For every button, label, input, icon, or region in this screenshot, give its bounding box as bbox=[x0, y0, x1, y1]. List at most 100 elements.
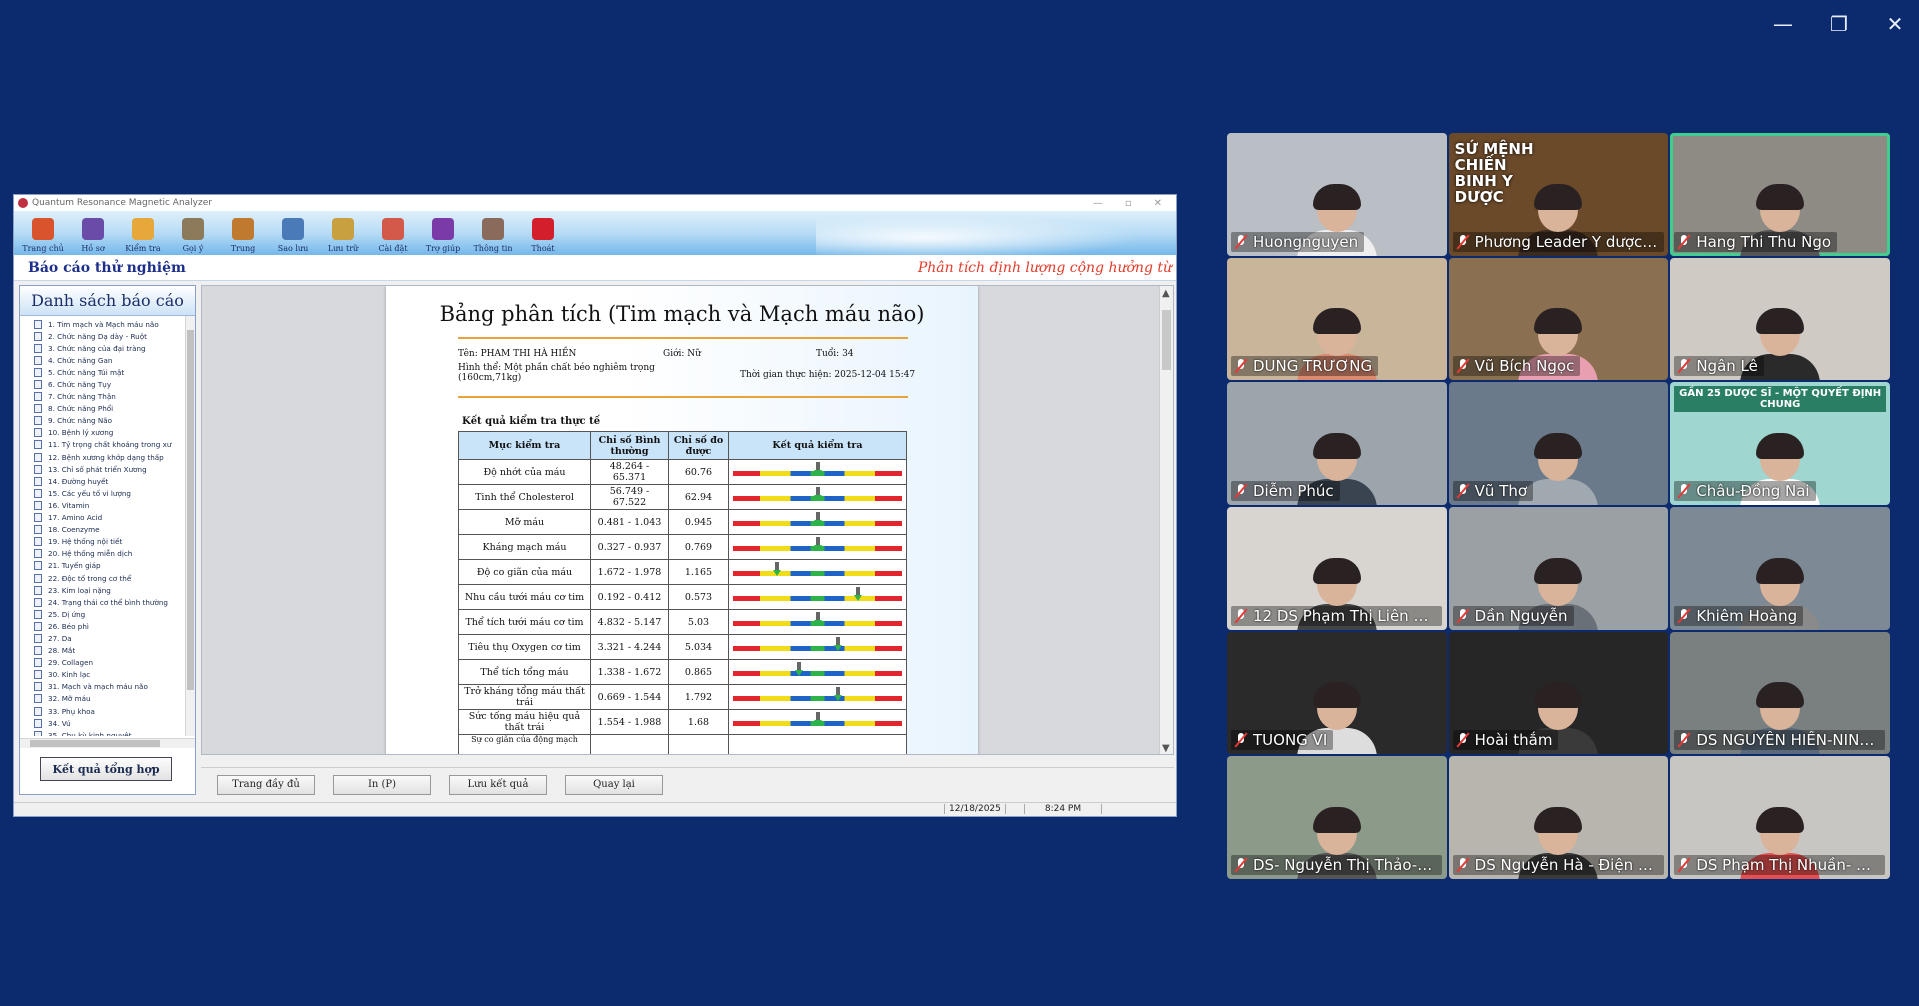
report-list-label: 4. Chức năng Gan bbox=[48, 355, 113, 365]
participant-tile[interactable]: Ngân Lê bbox=[1670, 257, 1890, 381]
participant-tile[interactable]: Hoài thắm bbox=[1448, 631, 1669, 755]
participant-tile[interactable]: TUONG VI bbox=[1227, 631, 1447, 755]
participant-tile[interactable]: DS Nguyễn Hà - Điện Biên bbox=[1448, 756, 1669, 879]
report-list-item[interactable]: 32. Mỡ máu bbox=[34, 693, 195, 705]
result-gauge bbox=[733, 612, 902, 628]
action-button-2[interactable]: Lưu kết quả bbox=[449, 774, 547, 795]
restore-icon[interactable]: ❐ bbox=[1825, 12, 1853, 36]
participant-tile[interactable]: Dần Nguyễn bbox=[1448, 506, 1669, 630]
report-list-item[interactable]: 30. Kinh lạc bbox=[34, 669, 195, 681]
report-list-label: 19. Hệ thống nội tiết bbox=[48, 537, 123, 547]
participant-tile[interactable]: GẦN 25 DƯỢC SĨ - MỘT QUYẾT ĐỊNH CHUNG Châ… bbox=[1670, 382, 1890, 505]
report-list-item[interactable]: 19. Hệ thống nội tiết bbox=[34, 536, 195, 548]
viewer-scroll-thumb[interactable] bbox=[1162, 310, 1171, 370]
cell-gauge bbox=[728, 484, 907, 510]
report-list-item[interactable]: 10. Bệnh lý xương bbox=[34, 427, 195, 439]
toolbar-button-5[interactable]: Sao lưu bbox=[268, 211, 318, 255]
participant-tile[interactable]: Vũ Bích Ngọc bbox=[1448, 257, 1669, 381]
report-list-item[interactable]: 26. Béo phì bbox=[34, 620, 195, 632]
participant-tile[interactable]: DS- Nguyễn Thị Thảo- 19... bbox=[1227, 756, 1447, 879]
report-list-item[interactable]: 11. Tỷ trọng chất khoáng trong xư bbox=[34, 439, 195, 451]
report-list-label: 32. Mỡ máu bbox=[48, 694, 91, 704]
report-list-item[interactable]: 8. Chức năng Phổi bbox=[34, 403, 195, 415]
report-list-item[interactable]: 28. Mắt bbox=[34, 645, 195, 657]
toolbar-button-7[interactable]: Cài đặt bbox=[368, 211, 418, 255]
report-list-item[interactable]: 20. Hệ thống miễn dịch bbox=[34, 548, 195, 560]
app-minimize-icon[interactable]: — bbox=[1093, 198, 1103, 209]
report-list-item[interactable]: 24. Trạng thái cơ thể bình thường bbox=[34, 596, 195, 608]
report-list-hscrollbar[interactable] bbox=[20, 738, 195, 748]
toolbar-label: Hồ sơ bbox=[81, 244, 105, 253]
report-list-item[interactable]: 3. Chức năng của đại tràng bbox=[34, 342, 195, 354]
report-list-item[interactable]: 22. Độc tố trong cơ thể bbox=[34, 572, 195, 584]
toolbar-button-6[interactable]: Lưu trữ bbox=[318, 211, 368, 255]
report-list-item[interactable]: 31. Mạch và mạch máu não bbox=[34, 681, 195, 693]
document-icon bbox=[34, 633, 42, 643]
report-list-scrollbar[interactable] bbox=[185, 316, 195, 736]
scroll-thumb[interactable] bbox=[187, 330, 194, 690]
participant-tile[interactable]: SỨ MỆNH CHIẾN BINH Y DƯỢC Phương Leader Y… bbox=[1448, 133, 1669, 256]
report-list-item[interactable]: 35. Chu kỳ kinh nguyệt bbox=[34, 729, 195, 736]
toolbar-button-10[interactable]: Thoát bbox=[518, 211, 568, 255]
viewer-scrollbar[interactable]: ▲ ▼ bbox=[1159, 286, 1173, 754]
participant-tile[interactable]: DS Phạm Thị Nhuần- Nin... bbox=[1670, 756, 1890, 879]
toolbar-button-0[interactable]: Trang chủ bbox=[18, 211, 68, 255]
toolbar-button-2[interactable]: Kiểm tra bbox=[118, 211, 168, 255]
toolbar-button-9[interactable]: Thông tin bbox=[468, 211, 518, 255]
report-list-item[interactable]: 12. Bệnh xương khớp dạng thấp bbox=[34, 451, 195, 463]
participant-tile[interactable]: DUNG TRƯƠNG bbox=[1227, 257, 1447, 381]
report-list-item[interactable]: 1. Tim mạch và Mạch máu não bbox=[34, 318, 195, 330]
minimize-icon[interactable]: — bbox=[1769, 12, 1797, 36]
report-list-item[interactable]: 2. Chức năng Dạ dày - Ruột bbox=[34, 330, 195, 342]
report-list-item[interactable]: 21. Tuyến giáp bbox=[34, 560, 195, 572]
report-list-item[interactable]: 29. Collagen bbox=[34, 657, 195, 669]
participant-tile[interactable]: 12 DS Phạm Thị Liên Bắc ... bbox=[1227, 506, 1447, 630]
mic-muted-icon bbox=[1455, 234, 1471, 250]
report-list-item[interactable]: 15. Các yếu tố vi lượng bbox=[34, 487, 195, 499]
report-list-item[interactable]: 9. Chức năng Não bbox=[34, 415, 195, 427]
report-list-item[interactable]: 6. Chức năng Tụy bbox=[34, 378, 195, 390]
hscroll-thumb[interactable] bbox=[30, 740, 160, 747]
action-button-3[interactable]: Quay lại bbox=[565, 774, 663, 795]
report-list-item[interactable]: 7. Chức năng Thận bbox=[34, 391, 195, 403]
result-gauge bbox=[733, 662, 902, 678]
scroll-up-icon[interactable]: ▲ bbox=[1162, 288, 1170, 299]
report-list-item[interactable]: 25. Dị ứng bbox=[34, 608, 195, 620]
toolbar-label: Sao lưu bbox=[277, 244, 309, 253]
report-list-item[interactable]: 17. Amino Acid bbox=[34, 512, 195, 524]
participant-tile[interactable]: Khiêm Hoàng bbox=[1670, 506, 1890, 630]
report-list-item[interactable]: 18. Coenzyme bbox=[34, 524, 195, 536]
participant-tile[interactable]: DS NGUYỄN HIỀN-NINH ... bbox=[1670, 631, 1890, 755]
action-button-0[interactable]: Trang đầy đủ bbox=[217, 774, 315, 795]
participant-tile[interactable]: Hang Thi Thu Ngo bbox=[1670, 133, 1890, 256]
scroll-down-icon[interactable]: ▼ bbox=[1162, 743, 1170, 754]
app-close-icon[interactable]: ✕ bbox=[1154, 198, 1162, 209]
toolbar-button-3[interactable]: Gọi ý bbox=[168, 211, 218, 255]
toolbar-button-1[interactable]: Hồ sơ bbox=[68, 211, 118, 255]
info-rule bbox=[458, 396, 908, 398]
close-icon[interactable]: ✕ bbox=[1881, 12, 1909, 36]
report-list-item[interactable]: 4. Chức năng Gan bbox=[34, 354, 195, 366]
participant-tile[interactable]: Huongnguyen bbox=[1227, 133, 1447, 256]
participant-tile[interactable]: Vũ Thơ bbox=[1448, 382, 1669, 505]
report-list-item[interactable]: 13. Chỉ số phát triển Xương bbox=[34, 463, 195, 475]
toolbar-button-4[interactable]: Trung bbox=[218, 211, 268, 255]
app-restore-icon[interactable]: ▫ bbox=[1125, 198, 1132, 209]
report-list-item[interactable]: 23. Kim loại nặng bbox=[34, 584, 195, 596]
document-icon bbox=[34, 658, 42, 668]
report-list-item[interactable]: 16. Vitamin bbox=[34, 499, 195, 511]
toolbar-label: Lưu trữ bbox=[327, 244, 359, 253]
toolbar-button-8[interactable]: Trợ giúp bbox=[418, 211, 468, 255]
report-list-item[interactable]: 34. Vú bbox=[34, 717, 195, 729]
action-button-1[interactable]: In (P) bbox=[333, 774, 431, 795]
cell-item: Độ co giãn của máu bbox=[458, 559, 591, 585]
report-list-item[interactable]: 33. Phụ khoa bbox=[34, 705, 195, 717]
report-list-item[interactable]: 14. Đường huyết bbox=[34, 475, 195, 487]
report-list-item[interactable]: 5. Chức năng Túi mật bbox=[34, 366, 195, 378]
participant-tile[interactable]: Diễm Phúc bbox=[1227, 382, 1447, 505]
report-list-item[interactable]: 27. Da bbox=[34, 632, 195, 644]
result-gauge bbox=[733, 712, 902, 728]
mic-muted-icon bbox=[1455, 483, 1471, 499]
summary-result-button[interactable]: Kết quả tổng hợp bbox=[40, 757, 172, 781]
document-icon bbox=[34, 500, 42, 510]
